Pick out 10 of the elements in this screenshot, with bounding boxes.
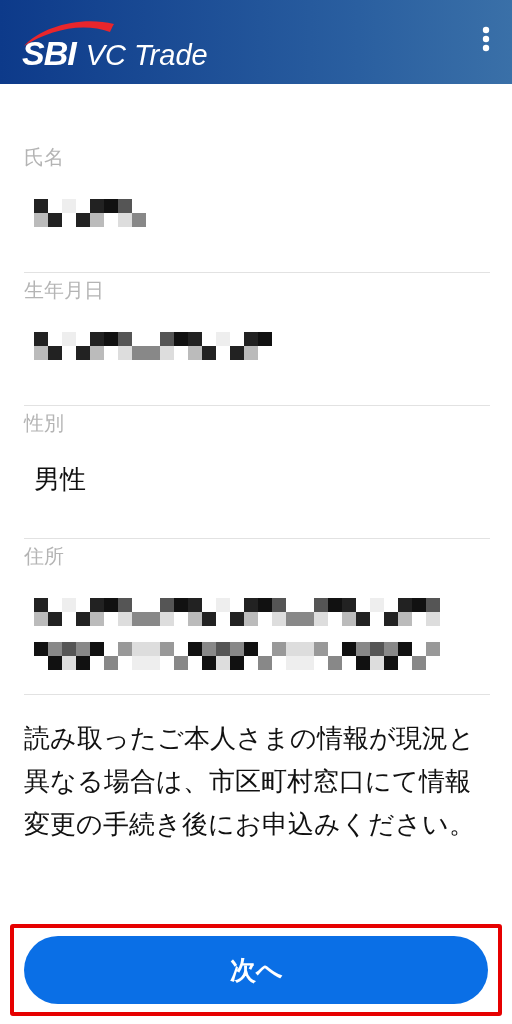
field-label: 生年月日 bbox=[24, 277, 105, 304]
field-label: 性別 bbox=[24, 410, 65, 437]
field-label: 氏名 bbox=[24, 144, 65, 171]
field-label: 住所 bbox=[24, 543, 65, 570]
logo-mark: SBI bbox=[22, 33, 76, 73]
logo-text: VC Trade bbox=[85, 38, 208, 72]
notice-text: 読み取ったご本人さまの情報が現況と異なる場合は、市区町村窓口にて情報変更の手続き後にお申込みください。 bbox=[24, 722, 476, 841]
field-value: 男性 bbox=[33, 463, 87, 496]
menu-icon[interactable] bbox=[482, 26, 490, 52]
next-button[interactable]: 次へ bbox=[24, 936, 488, 1004]
